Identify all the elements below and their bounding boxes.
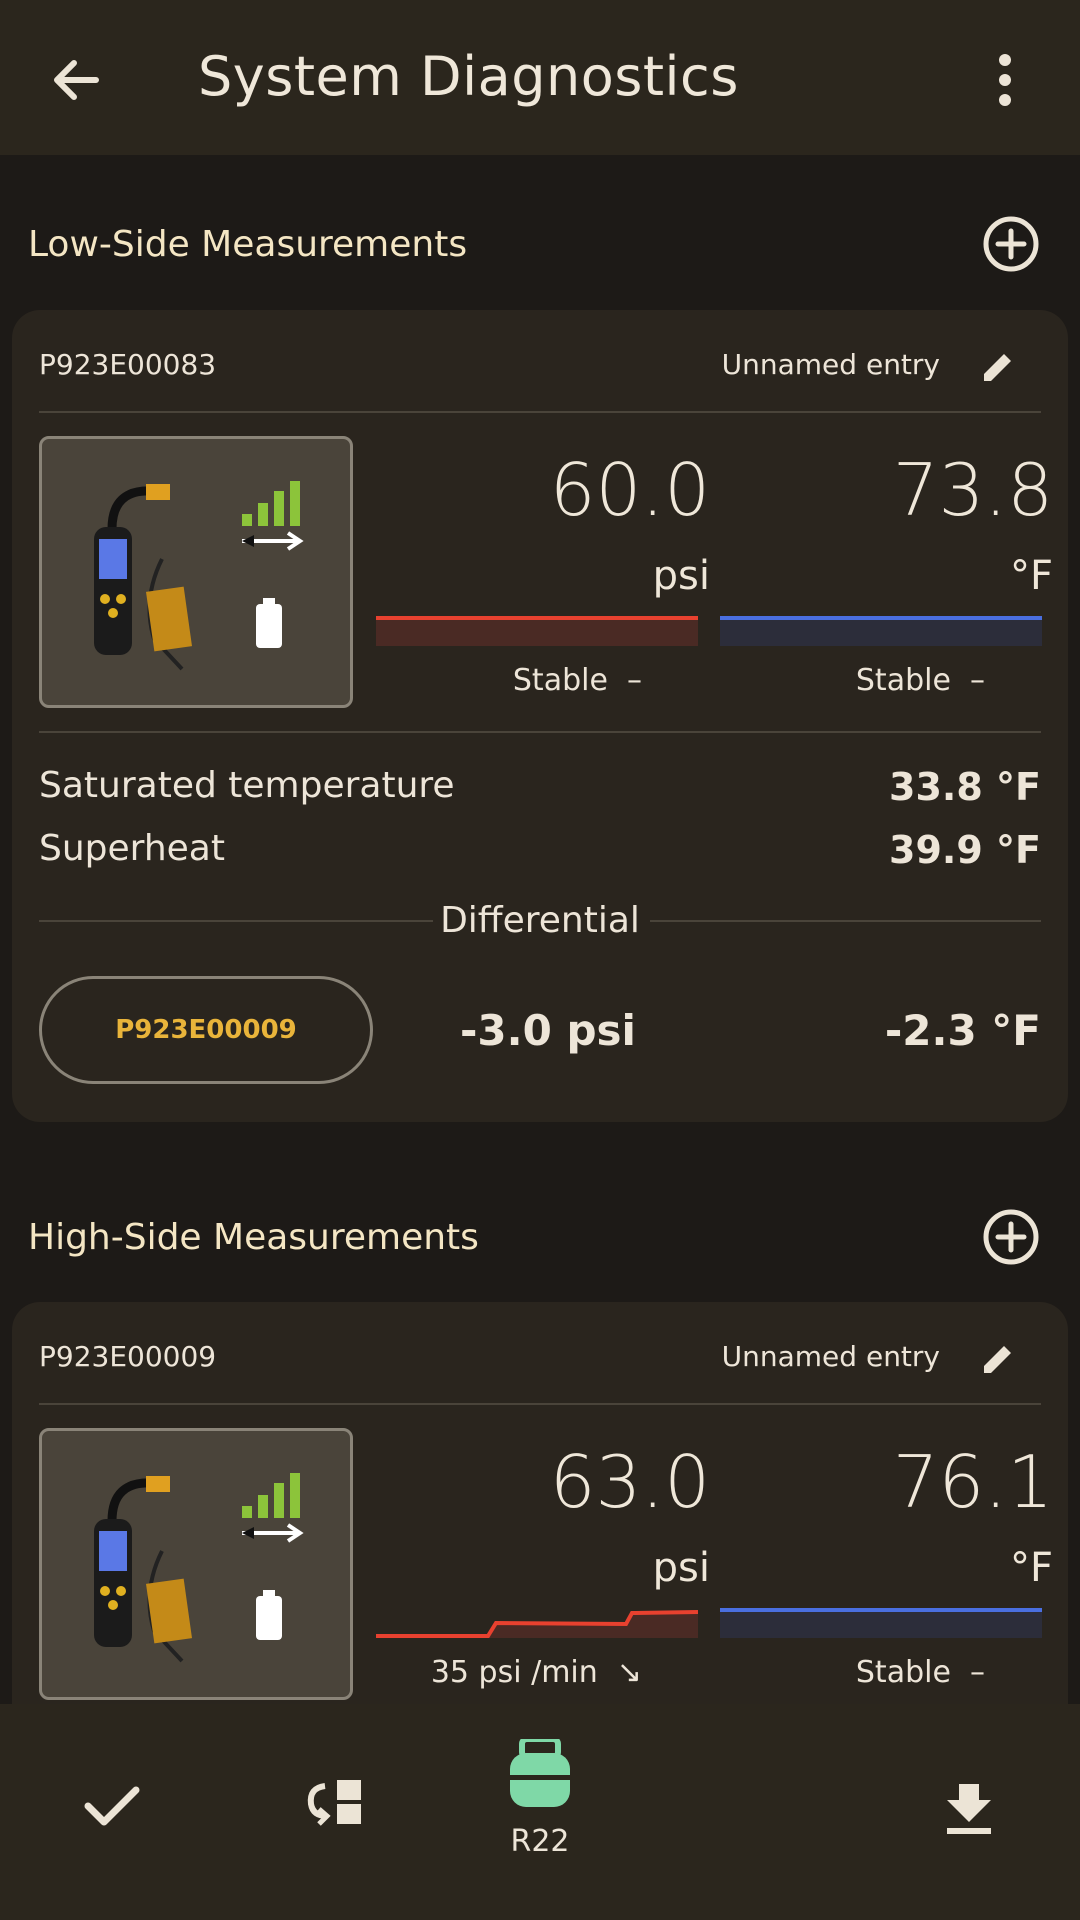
page-title: System Diagnostics	[198, 45, 739, 108]
saturated-temperature-value: 33.8 °F	[889, 765, 1041, 809]
high-pressure-unit: psi	[652, 1545, 710, 1591]
card-divider	[39, 731, 1041, 733]
low-pressure-trend-graph	[376, 616, 698, 646]
differential-pressure-value: -3.0 psi	[460, 1006, 636, 1055]
low-side-card: P923E00083 Unnamed entry 60.0 psi Stable…	[12, 310, 1068, 1122]
saturated-temperature-label: Saturated temperature	[39, 765, 455, 806]
low-temperature-status: Stable –	[685, 663, 985, 698]
refrigerant-tank-icon[interactable]	[510, 1739, 570, 1807]
status-text: Stable	[855, 663, 951, 698]
status-text: 35 psi /min	[430, 1655, 598, 1690]
status-text: Stable	[855, 1655, 951, 1690]
high-temperature-trend-graph	[720, 1608, 1042, 1638]
low-pressure-status: Stable –	[342, 663, 642, 698]
differential-label: Differential	[440, 900, 640, 941]
swap-layout-icon[interactable]	[303, 1776, 365, 1828]
high-pressure-trend-graph	[376, 1610, 698, 1638]
download-icon[interactable]	[947, 1784, 991, 1834]
app-bar: System Diagnostics	[0, 0, 1080, 155]
stable-dash-icon: –	[627, 663, 642, 698]
low-pressure-unit: psi	[652, 553, 710, 599]
probe-gauge-illustration	[94, 481, 304, 671]
high-side-card: P923E00009 Unnamed entry 63.0 psi 35 psi…	[12, 1302, 1068, 1762]
high-pressure-value: 63.0	[549, 1440, 710, 1524]
high-side-section-title: High-Side Measurements	[28, 1217, 479, 1258]
high-temperature-value: 76.1	[892, 1440, 1053, 1524]
more-options-icon[interactable]	[985, 50, 1025, 110]
add-high-side-icon[interactable]	[982, 1208, 1040, 1266]
low-pressure-value: 60.0	[549, 448, 710, 532]
card-divider	[39, 1403, 1041, 1405]
stable-dash-icon: –	[970, 663, 985, 698]
low-temperature-unit: °F	[1009, 553, 1053, 599]
device-serial: P923E00083	[39, 348, 217, 381]
entry-name[interactable]: Unnamed entry	[722, 348, 940, 381]
entry-name[interactable]: Unnamed entry	[722, 1340, 940, 1373]
probe-gauge-illustration	[94, 1473, 304, 1663]
card-divider	[39, 411, 1041, 413]
trend-down-arrow-icon: ↘	[616, 1655, 642, 1690]
differential-temperature-value: -2.3 °F	[884, 1006, 1041, 1055]
high-temperature-status: Stable –	[685, 1655, 985, 1690]
device-image	[39, 436, 353, 708]
device-serial: P923E00009	[39, 1340, 217, 1373]
differential-device-chip[interactable]: P923E00009	[39, 976, 373, 1084]
bottom-toolbar: R22	[0, 1704, 1080, 1920]
checkmark-icon[interactable]	[84, 1784, 140, 1828]
edit-pencil-icon[interactable]	[980, 1341, 1016, 1377]
superheat-label: Superheat	[39, 828, 225, 869]
low-temperature-value: 73.8	[892, 448, 1053, 532]
device-image	[39, 1428, 353, 1700]
add-low-side-icon[interactable]	[982, 215, 1040, 273]
low-side-section-title: Low-Side Measurements	[28, 224, 468, 265]
low-temperature-trend-graph	[720, 616, 1042, 646]
back-arrow-icon[interactable]	[44, 48, 108, 112]
refrigerant-label[interactable]: R22	[480, 1824, 600, 1859]
stable-dash-icon: –	[970, 1655, 985, 1690]
status-text: Stable	[512, 663, 608, 698]
superheat-value: 39.9 °F	[889, 828, 1041, 872]
high-pressure-status: 35 psi /min ↘	[342, 1655, 642, 1690]
edit-pencil-icon[interactable]	[980, 349, 1016, 385]
high-temperature-unit: °F	[1009, 1545, 1053, 1591]
